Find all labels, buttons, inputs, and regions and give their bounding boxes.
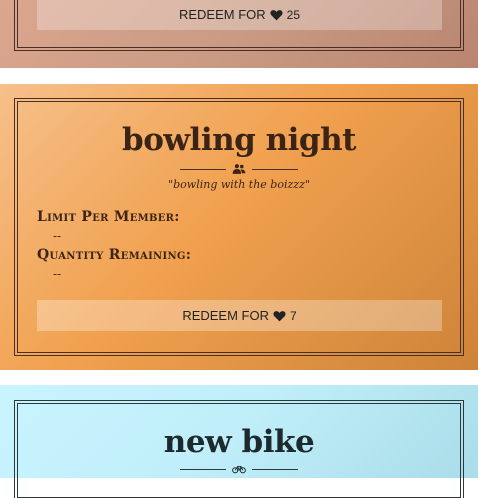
reward-title: new bike [163,424,315,460]
quantity-remaining-value: -- [53,267,62,281]
redeem-cost: 7 [289,308,297,323]
redeem-button[interactable]: REDEEM FOR 25 [37,0,442,30]
redeem-label: REDEEM FOR [182,308,269,323]
redeem-cost: 25 [286,7,301,22]
reward-title: bowling night [122,122,356,158]
bicycle-icon [232,466,246,474]
reward-tagline: "bowling with the boizzz" [168,178,310,191]
users-icon [232,164,246,174]
redeem-button[interactable]: REDEEM FOR 7 [37,300,442,331]
heart-icon [270,9,283,20]
limit-per-member-value: -- [53,229,62,243]
redeem-label: REDEEM FOR [178,7,266,22]
limit-per-member-label: Limit Per Member: [37,209,180,225]
quantity-remaining-label: Quantity Remaining: [37,247,192,263]
reward-card: REDEEM FOR 25 [0,0,478,68]
heart-icon [273,310,286,321]
title-divider [0,163,478,175]
title-divider [0,463,478,475]
